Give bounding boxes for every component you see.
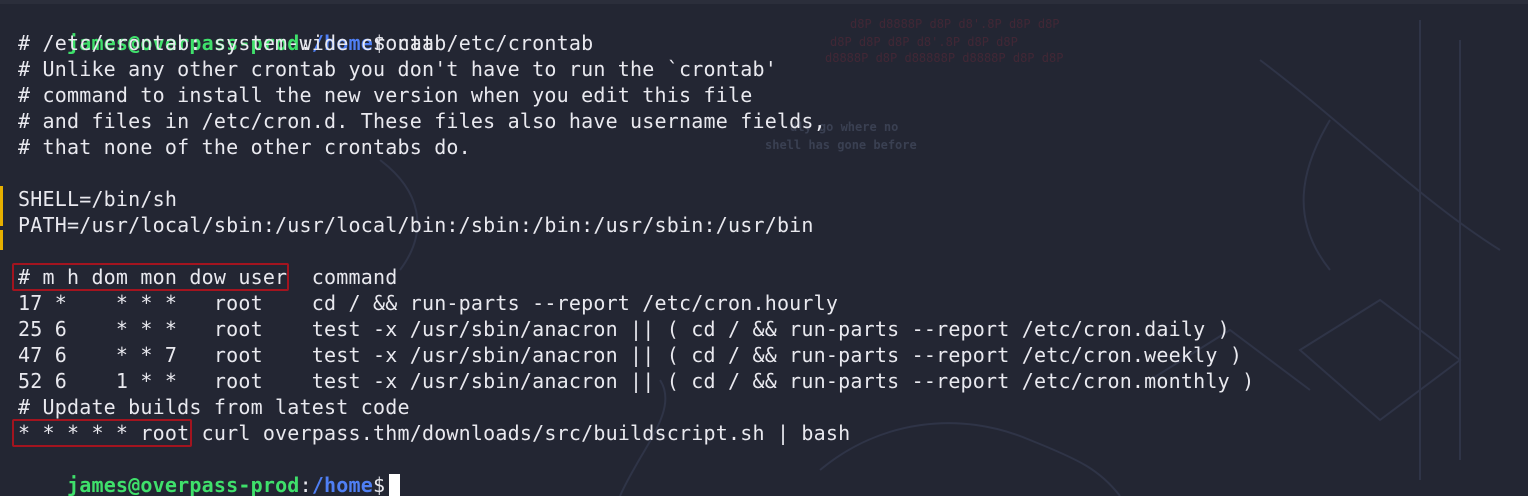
output-line: # that none of the other crontabs do.: [18, 135, 471, 159]
output-line: # Unlike any other crontab you don't hav…: [18, 57, 777, 81]
highlight-root-job: [12, 419, 192, 447]
output-line: # /etc/crontab: system-wide crontab: [18, 31, 447, 55]
prompt-symbol: $: [373, 473, 386, 496]
svg-text:d8P d8P d8P d8'.8P d: d8P d8P d8P d8'.8P d8P d8P: [830, 35, 1018, 49]
output-line: # Update builds from latest code: [18, 395, 410, 419]
output-line: # command to install the new version whe…: [18, 83, 753, 107]
output-line: SHELL=/bin/sh: [18, 187, 178, 211]
left-accent-bar: [0, 230, 3, 250]
output-line: 25 6 * * * root test -x /usr/sbin/anacro…: [18, 317, 1230, 341]
terminal-window[interactable]: d8P d8888P d8P d8'.8P d8P d8P d8P d8P d8…: [0, 0, 1528, 496]
svg-text:d8P d8888P d8P d8'.8P d8P: d8P d8888P d8P d8'.8P d8P d8P: [850, 17, 1060, 31]
prompt-user-host: james@overpass-prod: [66, 473, 300, 496]
prompt-path: /home: [311, 473, 374, 496]
output-line: PATH=/usr/local/sbin:/usr/local/bin:/sbi…: [18, 213, 814, 237]
output-line: 47 6 * * 7 root test -x /usr/sbin/anacro…: [18, 343, 1243, 367]
svg-text:d8888P d8P d88888P d8888P d: d8888P d8P d88888P d8888P d8P d8P: [825, 51, 1063, 65]
text-cursor[interactable]: [389, 474, 401, 496]
wallpaper-text-2: shell has gone before: [765, 138, 917, 152]
output-line: # and files in /etc/cron.d. These files …: [18, 109, 826, 133]
left-accent-bar: [0, 186, 3, 226]
prompt-separator: :: [299, 473, 312, 496]
current-prompt-line[interactable]: james@overpass-prod:/home$: [18, 446, 401, 496]
output-line: 52 6 1 * * root test -x /usr/sbin/anacro…: [18, 369, 1255, 393]
highlight-crontab-header: [12, 263, 289, 291]
output-line: 17 * * * * root cd / && run-parts --repo…: [18, 291, 839, 315]
prompt-line: james@overpass-prod:/home$ cat /etc/cron…: [18, 4, 593, 55]
